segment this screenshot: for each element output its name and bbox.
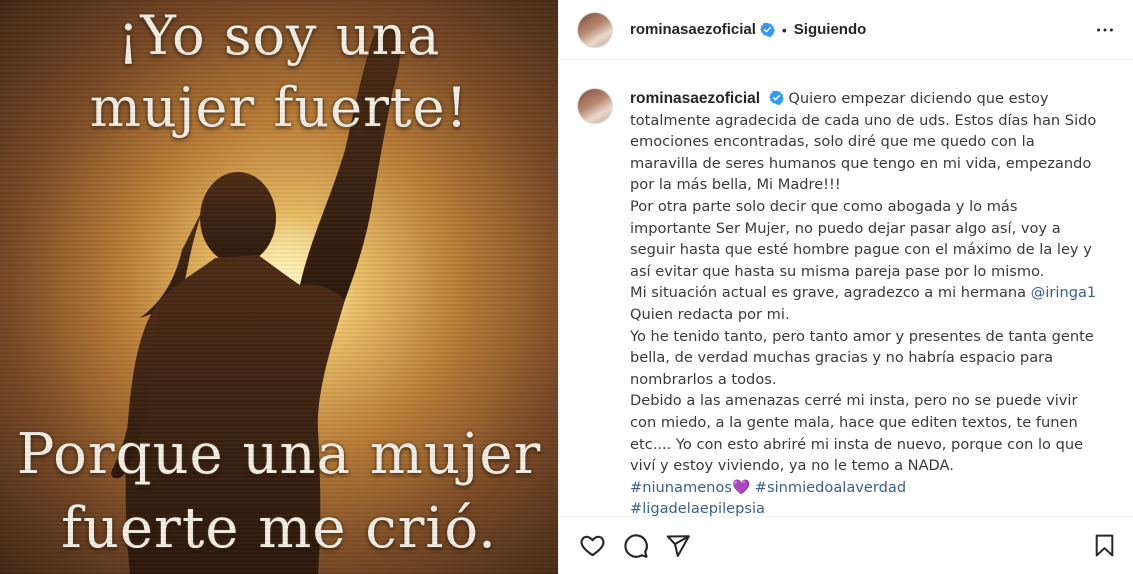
caption-situation-text: Mi situación actual es grave, agradezco … <box>630 284 1031 302</box>
quote-bottom-line-1: Porque una mujer <box>16 422 542 487</box>
comment-icon[interactable] <box>620 531 650 561</box>
quote-bottom: Porque una mujer fuerte me crió. <box>0 418 558 566</box>
bookmark-icon[interactable] <box>1089 531 1119 561</box>
hashtag-link[interactable]: #niunamenos <box>630 479 732 496</box>
caption-hashtags-2: #ligadelaepilepsia <box>630 498 1100 516</box>
hashtag-link[interactable]: #ligadelaepilepsia <box>630 500 765 516</box>
ellipsis-icon[interactable] <box>1093 18 1117 42</box>
caption-username[interactable]: rominasaezoficial <box>630 90 760 107</box>
avatar[interactable] <box>577 11 613 48</box>
header-username[interactable]: rominasaezoficial <box>630 21 756 38</box>
caption-text: rominasaezoficial Quiero empezar diciend… <box>630 88 1100 516</box>
quote-bottom-line-2: fuerte me crió. <box>61 496 497 561</box>
action-bar <box>559 516 1133 574</box>
verified-badge-icon <box>759 22 775 37</box>
instagram-post: ¡Yo soy una mujer fuerte! Porque una muj… <box>0 0 1133 574</box>
caption-paragraph-5: Yo he tenido tanto, pero tanto amor y pr… <box>630 327 1094 388</box>
caption-hashtags: #niunamenos💜 #sinmiedoalaverdad <box>630 477 1100 499</box>
caption-paragraph-1: rominasaezoficial Quiero empezar diciend… <box>630 88 1100 196</box>
caption-paragraph-3: Mi situación actual es grave, agradezco … <box>630 282 1100 304</box>
caption-paragraph-6: Debido a las amenazas cerré mi insta, pe… <box>630 392 1084 475</box>
caption-paragraph-2: Por otra parte solo decir que como aboga… <box>630 197 1092 280</box>
heart-icon[interactable] <box>577 531 607 561</box>
comments-area[interactable]: rominasaezoficial Quiero empezar diciend… <box>559 60 1133 516</box>
following-button[interactable]: Siguiendo <box>794 21 867 38</box>
separator-dot: • <box>781 21 787 38</box>
purple-heart-emoji: 💜 <box>731 478 751 496</box>
caption-avatar[interactable] <box>577 88 613 124</box>
hashtag-link[interactable]: #sinmiedoalaverdad <box>755 479 906 496</box>
post-side-panel: rominasaezoficial • Siguiendo rominasaez… <box>558 0 1133 574</box>
post-header: rominasaezoficial • Siguiendo <box>559 0 1133 60</box>
verified-badge-icon <box>768 90 784 105</box>
caption-paragraph-4: Quien redacta por mi. <box>630 305 790 323</box>
quote-top-line-2: mujer fuerte! <box>89 76 469 139</box>
post-caption: rominasaezoficial Quiero empezar diciend… <box>577 88 1115 516</box>
mention-link[interactable]: @iringa1 <box>1031 284 1096 301</box>
quote-top-line-1: ¡Yo soy una <box>117 4 441 67</box>
post-image[interactable]: ¡Yo soy una mujer fuerte! Porque una muj… <box>0 0 558 574</box>
share-icon[interactable] <box>663 531 693 561</box>
quote-top: ¡Yo soy una mujer fuerte! <box>0 0 558 144</box>
